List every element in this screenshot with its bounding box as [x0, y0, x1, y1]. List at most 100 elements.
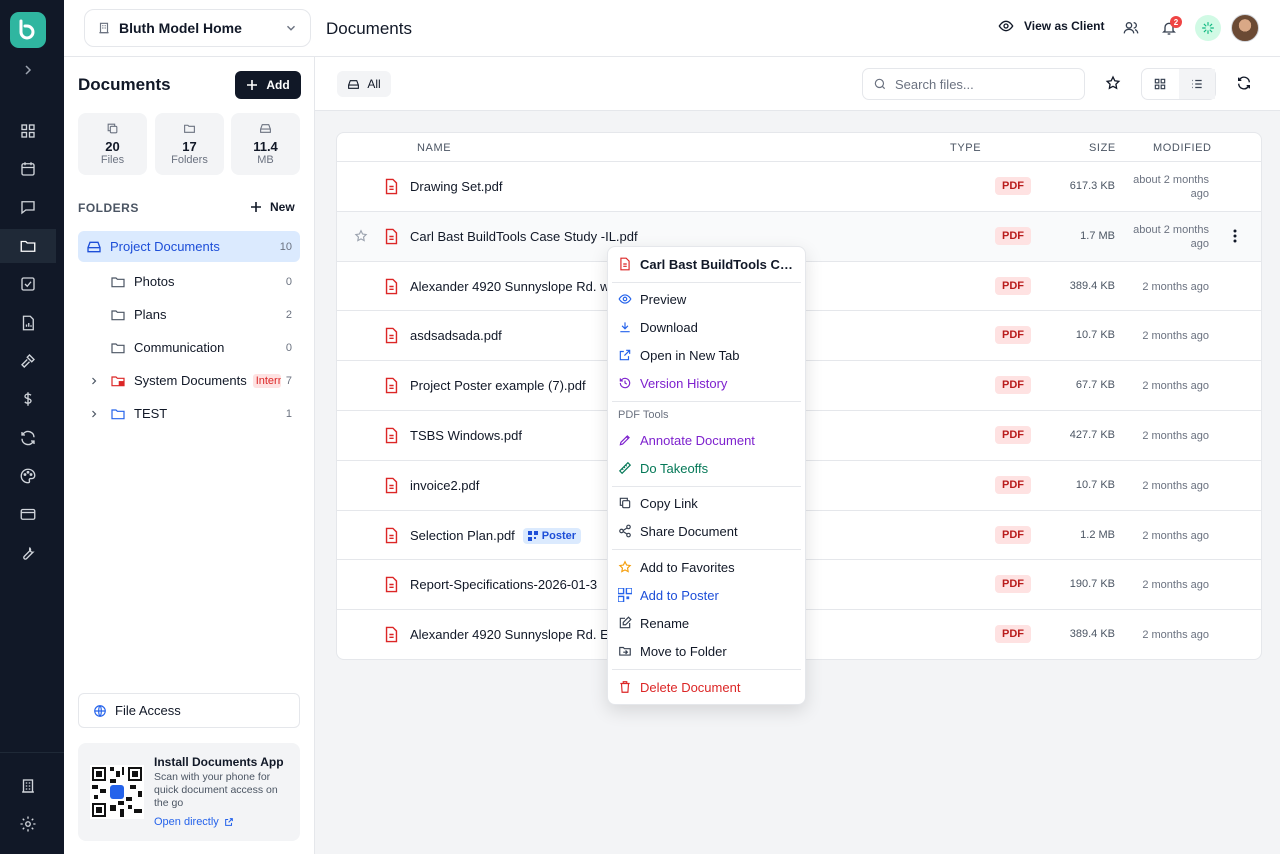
star-icon[interactable] — [354, 229, 368, 243]
file-name[interactable]: Drawing Set.pdf — [410, 179, 503, 194]
app-logo-icon[interactable] — [10, 12, 46, 48]
nav-palette-icon[interactable] — [0, 459, 56, 493]
column-modified[interactable]: MODIFIED — [1153, 142, 1212, 154]
menu-group-pdf-tools: PDF Tools — [618, 409, 669, 421]
table-row[interactable]: Drawing Set.pdf PDF 617.3 KB about 2 mon… — [337, 162, 1261, 212]
file-size: 10.7 KB — [1075, 478, 1115, 491]
nav-sync-icon[interactable] — [0, 421, 56, 455]
file-type-badge: PDF — [995, 226, 1031, 245]
menu-item-preview[interactable]: Preview — [618, 288, 799, 310]
refresh-icon[interactable] — [1234, 73, 1254, 93]
nav-documents-icon[interactable] — [0, 229, 56, 263]
menu-label: Rename — [640, 615, 690, 631]
nav-company-icon[interactable] — [0, 769, 56, 803]
menu-item-add-favorites[interactable]: Add to Favorites — [618, 556, 799, 578]
stat-label: Files — [100, 154, 125, 166]
add-button[interactable]: Add — [235, 71, 301, 99]
nav-finance-icon[interactable] — [0, 382, 56, 416]
nav-messages-icon[interactable] — [0, 190, 56, 224]
menu-item-add-poster[interactable]: Add to Poster — [618, 584, 799, 606]
chevron-right-icon[interactable] — [20, 62, 36, 78]
folder-icon — [110, 406, 126, 422]
menu-item-copy-link[interactable]: Copy Link — [618, 492, 799, 514]
menu-label: Do Takeoffs — [640, 460, 709, 476]
all-filter-button[interactable]: All — [337, 71, 391, 97]
folder-item-photos[interactable]: Photos 0 — [78, 266, 300, 297]
folder-icon — [110, 274, 126, 290]
file-modified: about 2 months ago — [1133, 223, 1209, 250]
column-name[interactable]: NAME — [417, 142, 451, 154]
install-description: Scan with your phone for quick document … — [154, 771, 278, 809]
pdf-file-icon — [384, 427, 399, 444]
nav-settings-tool-icon[interactable] — [0, 536, 56, 570]
folder-item-plans[interactable]: Plans 2 — [78, 299, 300, 330]
menu-item-takeoffs[interactable]: Do Takeoffs — [618, 457, 799, 479]
file-name-text: Carl Bast BuildTools Case Study -IL.pdf — [410, 228, 638, 244]
more-vertical-icon[interactable] — [1233, 229, 1237, 243]
grid-view-icon[interactable] — [1142, 69, 1179, 99]
file-name[interactable]: invoice2.pdf — [410, 478, 479, 493]
file-name[interactable]: Alexander 4920 Sunnyslope Rd. w — [410, 279, 609, 294]
file-name[interactable]: Project Poster example (7).pdf — [410, 378, 586, 393]
nav-billing-icon[interactable] — [0, 497, 56, 531]
menu-item-rename[interactable]: Rename — [618, 612, 799, 634]
file-type-badge: PDF — [995, 326, 1031, 345]
search-box[interactable] — [862, 68, 1085, 100]
menu-label: Preview — [640, 291, 687, 307]
nav-calendar-icon[interactable] — [0, 152, 56, 186]
column-type[interactable]: TYPE — [950, 142, 981, 154]
drive-icon — [86, 239, 102, 255]
external-link-icon — [619, 349, 631, 361]
notifications-bell-icon[interactable]: 2 — [1157, 16, 1182, 40]
chevron-right-icon[interactable] — [88, 375, 100, 387]
file-name-text: invoice2.pdf — [410, 477, 480, 493]
menu-label: Delete Document — [640, 679, 741, 695]
folder-item-project-documents[interactable]: Project Documents 10 — [78, 231, 300, 262]
stat-label: MB — [257, 154, 274, 166]
file-name[interactable]: Alexander 4920 Sunnyslope Rd. E — [410, 627, 609, 642]
stat-value: 20 — [105, 139, 120, 154]
file-name[interactable]: TSBS Windows.pdf — [410, 428, 522, 443]
file-name[interactable]: asdsadsada.pdf — [410, 328, 502, 343]
copy-icon — [619, 497, 631, 509]
open-directly-link[interactable]: Open directly — [154, 816, 234, 828]
nav-reports-icon[interactable] — [0, 306, 56, 340]
menu-file-title: Carl Bast BuildTools Cas... — [618, 253, 799, 275]
user-avatar[interactable] — [1231, 14, 1259, 42]
nav-dashboard-icon[interactable] — [0, 114, 56, 148]
favorites-star-icon[interactable] — [1103, 73, 1123, 93]
file-type-badge: PDF — [995, 475, 1031, 494]
menu-item-version-history[interactable]: Version History — [618, 372, 799, 394]
file-access-button[interactable]: File Access — [78, 693, 300, 728]
sparkle-ai-icon[interactable] — [1195, 15, 1221, 41]
folder-move-icon — [619, 646, 631, 656]
folder-item-test[interactable]: TEST 1 — [78, 398, 300, 429]
trash-icon — [620, 681, 630, 693]
menu-item-move[interactable]: Move to Folder — [618, 640, 799, 662]
menu-item-delete[interactable]: Delete Document — [618, 676, 799, 698]
project-selector[interactable]: Bluth Model Home — [84, 9, 311, 47]
menu-item-annotate[interactable]: Annotate Document — [618, 429, 799, 451]
new-label: New — [270, 200, 295, 214]
nav-tasks-icon[interactable] — [0, 267, 56, 301]
file-name[interactable]: Report-Specifications-2026-01-3 — [410, 577, 597, 592]
search-input[interactable] — [895, 76, 1065, 92]
nav-gear-icon[interactable] — [0, 807, 56, 841]
menu-item-share[interactable]: Share Document — [618, 520, 799, 542]
folder-item-system-documents[interactable]: System Documents Internal 7 — [78, 365, 300, 396]
file-name-text: Alexander 4920 Sunnyslope Rd. w — [410, 278, 610, 294]
new-folder-button[interactable]: New — [250, 200, 295, 214]
chevron-right-icon[interactable] — [88, 408, 100, 420]
menu-item-download[interactable]: Download — [618, 316, 799, 338]
column-size[interactable]: SIZE — [1089, 142, 1116, 154]
users-icon[interactable] — [1119, 16, 1143, 40]
view-as-client-button[interactable]: View as Client — [998, 18, 1104, 34]
file-name[interactable]: Selection Plan.pdf Poster — [410, 527, 582, 544]
menu-item-open-new-tab[interactable]: Open in New Tab — [618, 344, 799, 366]
open-directly-label: Open directly — [154, 816, 219, 828]
file-modified: 2 months ago — [1142, 579, 1209, 592]
nav-tools-icon[interactable] — [0, 344, 56, 378]
list-view-icon[interactable] — [1178, 69, 1215, 99]
file-name[interactable]: Carl Bast BuildTools Case Study -IL.pdf — [410, 229, 638, 244]
folder-item-communication[interactable]: Communication 0 — [78, 332, 300, 363]
